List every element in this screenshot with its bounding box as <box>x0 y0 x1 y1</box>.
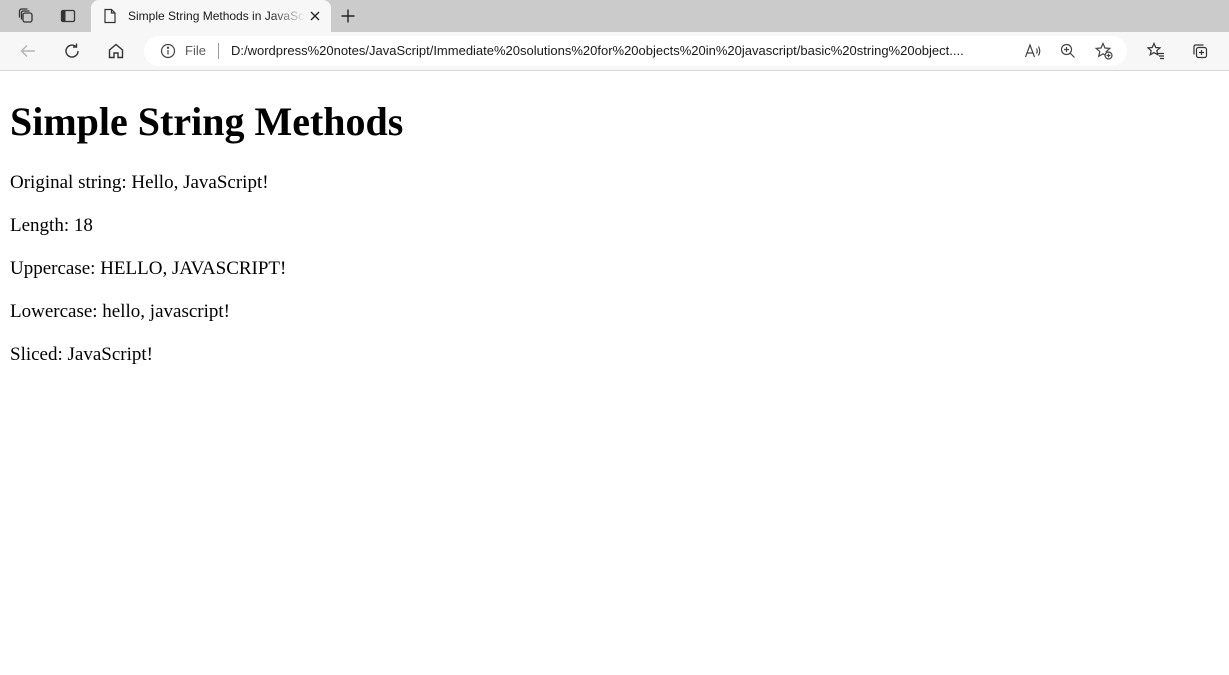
collections-icon[interactable] <box>1185 37 1215 65</box>
add-favorite-icon[interactable] <box>1091 39 1117 63</box>
page-icon <box>103 8 117 24</box>
vertical-tabs-icon[interactable] <box>54 3 82 29</box>
zoom-icon[interactable] <box>1055 39 1081 63</box>
refresh-icon[interactable] <box>57 37 87 65</box>
original-string-line: Original string: Hello, JavaScript! <box>10 172 269 193</box>
active-tab[interactable]: Simple String Methods in JavaScript <box>91 0 331 32</box>
back-arrow-icon[interactable] <box>13 37 43 65</box>
uppercase-line: Uppercase: HELLO, JAVASCRIPT! <box>10 258 287 279</box>
home-icon[interactable] <box>101 37 131 65</box>
length-line: Length: 18 <box>10 215 93 236</box>
address-separator <box>218 43 219 59</box>
favorites-icon[interactable] <box>1141 37 1171 65</box>
scheme-label: File <box>185 43 206 58</box>
tab-strip: Simple String Methods in JavaScript <box>0 0 1229 32</box>
close-icon[interactable] <box>305 6 325 26</box>
sliced-line: Sliced: JavaScript! <box>10 344 153 365</box>
plus-icon[interactable] <box>334 3 362 29</box>
browser-toolbar: File D:/wordpress%20notes/JavaScript/Imm… <box>0 32 1229 71</box>
tab-actions-icon[interactable] <box>12 3 40 29</box>
info-icon[interactable] <box>160 43 176 59</box>
read-aloud-icon[interactable] <box>1020 39 1046 63</box>
url-text[interactable]: D:/wordpress%20notes/JavaScript/Immediat… <box>231 43 1011 59</box>
address-bar[interactable]: File D:/wordpress%20notes/JavaScript/Imm… <box>144 36 1127 66</box>
lowercase-line: Lowercase: hello, javascript! <box>10 301 230 322</box>
page-title: Simple String Methods <box>10 99 404 144</box>
tab-title: Simple String Methods in JavaScript <box>128 9 306 23</box>
